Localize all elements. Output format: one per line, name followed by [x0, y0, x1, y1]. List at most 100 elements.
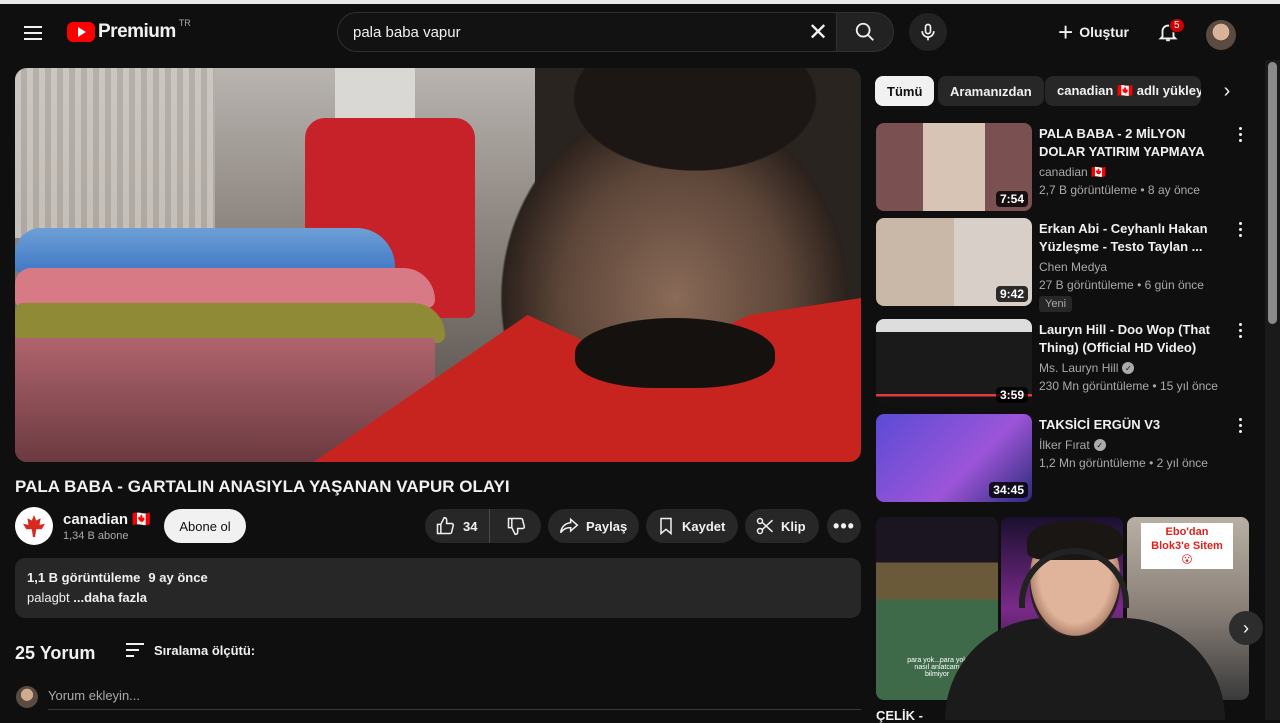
view-count: 1,1 B görüntüleme: [27, 570, 141, 585]
video-thumbnail[interactable]: 7:54: [876, 123, 1032, 211]
channel-avatar[interactable]: [15, 507, 53, 545]
chip-all[interactable]: Tümü: [875, 76, 935, 106]
more-vert-icon[interactable]: [1233, 222, 1247, 242]
video-duration: 3:59: [995, 387, 1028, 403]
video-frame-hair: [515, 68, 861, 208]
description-snippet: palagbt: [27, 590, 70, 605]
account-avatar[interactable]: [1206, 20, 1236, 50]
video-duration: 9:42: [995, 286, 1028, 302]
video-title: PALA BABA - GARTALIN ANASIYLA YAŞANAN VA…: [15, 477, 510, 496]
voice-search-button[interactable]: [909, 13, 947, 51]
brand-label: Premium: [98, 21, 176, 42]
country-code: TR: [178, 18, 191, 28]
more-vert-icon[interactable]: [1233, 323, 1247, 343]
verified-check-icon: ✓: [1122, 362, 1135, 374]
related-video[interactable]: 9:42 Erkan Abi - Ceyhanlı Hakan Yüzleşme…: [876, 218, 1256, 312]
description-text: palagbt ...daha fazla: [27, 590, 849, 605]
masthead: Premium TR pala baba vapur ✕ + Oluştur 5: [0, 4, 1280, 60]
search-box[interactable]: pala baba vapur ✕: [337, 12, 837, 52]
like-count: 34: [463, 518, 478, 534]
related-video-info: PALA BABA - 2 MİLYON DOLAR YATIRIM YAPMA…: [1039, 125, 1229, 197]
sort-comments-button[interactable]: Sıralama ölçütü:: [126, 640, 255, 660]
video-duration: 34:45: [989, 482, 1028, 498]
notifications-button[interactable]: 5: [1152, 16, 1185, 48]
related-video-title[interactable]: TAKSİCİ ERGÜN V3: [1039, 416, 1229, 434]
related-video-info: TAKSİCİ ERGÜN V3 İlker Fırat ✓ 1,2 Mn gör…: [1039, 416, 1229, 470]
video-frame-mustache: [575, 318, 775, 388]
related-channel-name: canadian 🇨🇦: [1039, 165, 1106, 179]
related-video-meta: 2,7 B görüntüleme • 8 ay önce: [1039, 183, 1200, 197]
description-meta: 1,1 B görüntüleme 9 ay önce: [27, 570, 849, 585]
description-box[interactable]: 1,1 B görüntüleme 9 ay önce palagbt ...da…: [15, 558, 861, 618]
related-video-meta: 1,2 Mn görüntüleme • 2 yıl önce: [1039, 456, 1208, 470]
related-channel-name: Ms. Lauryn Hill: [1039, 361, 1119, 375]
related-video-info: Lauryn Hill - Doo Wop (That Thing) (Offi…: [1039, 321, 1229, 393]
related-channel-name: İlker Fırat: [1039, 438, 1090, 452]
upload-date: 9 ay önce: [148, 570, 208, 585]
like-dislike-group: 34: [425, 509, 541, 543]
scrollbar-thumb[interactable]: [1268, 62, 1277, 324]
share-label: Paylaş: [586, 518, 628, 534]
microphone-icon: [921, 23, 935, 41]
chevron-right-icon[interactable]: ›: [1229, 611, 1263, 645]
related-video-title[interactable]: Erkan Abi - Ceyhanlı Hakan Yüzleşme - Te…: [1039, 220, 1229, 256]
subscriber-count: 1,34 B abone: [63, 530, 129, 542]
thumbs-down-icon: [507, 517, 525, 536]
subscribe-button[interactable]: Abone ol: [164, 509, 246, 543]
youtube-premium-logo[interactable]: Premium TR: [67, 18, 191, 43]
dislike-button[interactable]: [490, 509, 541, 543]
chevron-right-icon[interactable]: ›: [1212, 76, 1242, 106]
video-thumbnail[interactable]: 3:59: [876, 319, 1032, 407]
more-vert-icon[interactable]: [1233, 418, 1247, 438]
clip-label: Klip: [781, 518, 806, 534]
more-actions-button[interactable]: •••: [827, 509, 861, 543]
related-video-meta: 230 Mn görüntüleme • 15 yıl önce: [1039, 379, 1218, 393]
show-more-link[interactable]: ...daha fazla: [73, 590, 147, 605]
related-video-channel[interactable]: canadian 🇨🇦: [1039, 165, 1229, 179]
related-video-info: Erkan Abi - Ceyhanlı Hakan Yüzleşme - Te…: [1039, 220, 1229, 312]
related-channel-name: Chen Medya: [1039, 260, 1108, 274]
search-input[interactable]: pala baba vapur: [353, 24, 800, 41]
related-video-channel[interactable]: Ms. Lauryn Hill ✓: [1039, 361, 1229, 375]
search-button[interactable]: [836, 12, 894, 52]
webcam-overlay: [935, 518, 1225, 720]
related-video-title[interactable]: PALA BABA - 2 MİLYON DOLAR YATIRIM YAPMA…: [1039, 125, 1229, 161]
create-button[interactable]: + Oluştur: [1050, 14, 1137, 50]
youtube-play-icon: [67, 22, 95, 42]
comment-user-avatar: [16, 686, 38, 708]
page-scrollbar[interactable]: [1265, 60, 1280, 720]
new-badge: Yeni: [1039, 296, 1073, 312]
related-video-channel[interactable]: Chen Medya: [1039, 260, 1229, 274]
related-video[interactable]: 34:45 TAKSİCİ ERGÜN V3 İlker Fırat ✓ 1,2 …: [876, 414, 1256, 504]
chip-from-search[interactable]: Aramanızdan: [938, 76, 1044, 106]
related-video-meta: 27 B görüntüleme • 6 gün önce: [1039, 278, 1204, 292]
sort-label: Sıralama ölçütü:: [154, 642, 256, 658]
related-video[interactable]: 3:59 Lauryn Hill - Doo Wop (That Thing) …: [876, 319, 1256, 409]
bookmark-icon: [660, 517, 672, 536]
related-video-channel[interactable]: İlker Fırat ✓: [1039, 438, 1229, 452]
video-thumbnail[interactable]: 34:45: [876, 414, 1032, 502]
verified-check-icon: ✓: [1093, 439, 1106, 451]
plus-icon: +: [1058, 17, 1074, 47]
video-thumbnail[interactable]: 9:42: [876, 218, 1032, 306]
short-title[interactable]: ÇELİK -: [876, 708, 923, 723]
chip-uploader[interactable]: canadian 🇨🇦 adlı yükleyici: [1045, 76, 1201, 106]
clear-search-icon[interactable]: ✕: [800, 14, 836, 50]
comment-input[interactable]: Yorum ekleyin...: [48, 688, 861, 710]
more-vert-icon[interactable]: [1233, 127, 1247, 147]
like-button[interactable]: 34: [425, 509, 491, 543]
clip-button[interactable]: Klip: [745, 509, 819, 543]
scissors-icon: [756, 517, 774, 535]
video-duration: 7:54: [995, 191, 1028, 207]
create-label: Oluştur: [1079, 24, 1129, 40]
menu-icon[interactable]: [16, 16, 50, 50]
channel-name[interactable]: canadian 🇨🇦: [63, 510, 151, 528]
related-video[interactable]: 7:54 PALA BABA - 2 MİLYON DOLAR YATIRIM …: [876, 123, 1256, 213]
share-button[interactable]: Paylaş: [548, 509, 639, 543]
thumbs-up-icon: [436, 516, 455, 535]
notification-badge: 5: [1169, 18, 1185, 33]
save-button[interactable]: Kaydet: [646, 509, 738, 543]
maple-leaf-icon: [23, 515, 45, 537]
related-video-title[interactable]: Lauryn Hill - Doo Wop (That Thing) (Offi…: [1039, 321, 1229, 357]
video-player[interactable]: [15, 68, 861, 462]
